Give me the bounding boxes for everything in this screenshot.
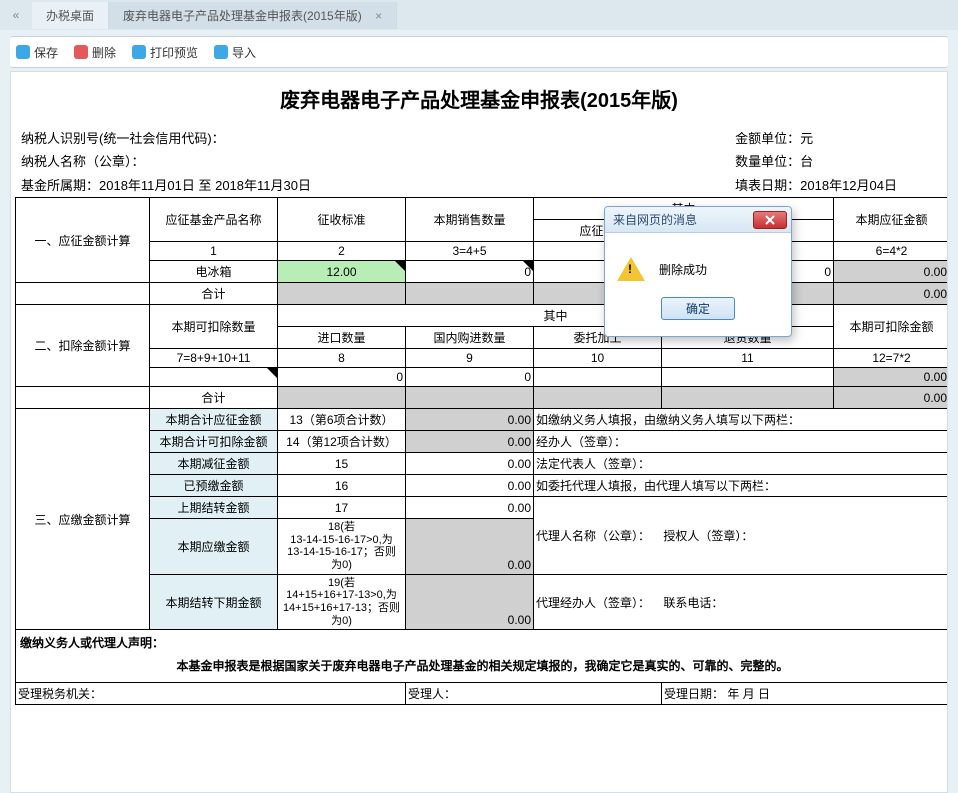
toolbar: 保存 删除 打印预览 导入 <box>10 36 948 68</box>
nsrmc-label: 纳税人名称（公章）： <box>21 150 311 173</box>
s3-7: 本期结转下期金额 <box>150 574 278 630</box>
h-c2: 2 <box>278 242 406 261</box>
h-c1: 1 <box>150 242 278 261</box>
h-domestic: 国内购进数量 <box>406 327 534 349</box>
h-c8: 8 <box>278 349 406 368</box>
s3-2: 本期合计可扣除金额 <box>150 431 278 453</box>
right-l2: 经办人（签章）： <box>534 431 949 453</box>
s3-4: 已预缴金额 <box>150 475 278 497</box>
dialog-close-button[interactable] <box>753 211 787 229</box>
s3-1n: 13（第6项合计数） <box>278 409 406 431</box>
dialog-message: 删除成功 <box>659 261 707 278</box>
s3-5: 上期结转金额 <box>150 497 278 519</box>
qty-unit: 数量单位：台 <box>735 150 897 173</box>
cell-sales[interactable]: 0 <box>406 261 534 283</box>
s3-3: 本期减征金额 <box>150 453 278 475</box>
h-levy-std: 征收标准 <box>278 198 406 242</box>
s3-2n: 14（第12项合计数） <box>278 431 406 453</box>
s3-1: 本期合计应征金额 <box>150 409 278 431</box>
nsrsbh-label: 纳税人识别号(统一社会信用代码)： <box>21 127 311 150</box>
right-l1: 如缴纳义务人填报，由缴纳义务人填写以下两栏： <box>534 409 949 431</box>
import-icon <box>214 45 228 59</box>
message-dialog: 来自网页的消息 删除成功 确定 <box>604 206 792 337</box>
tab-close-icon[interactable]: × <box>375 9 382 23</box>
declare-text: 本基金申报表是根据国家关于废弃电器电子产品处理基金的相关规定填报的，我确定它是真… <box>18 651 947 680</box>
right-l5b: 授权人（签章）： <box>663 529 753 543</box>
s3-6: 本期应缴金额 <box>150 519 278 575</box>
h-c7: 7=8+9+10+11 <box>150 349 278 368</box>
total-label-2: 合计 <box>150 387 278 409</box>
declare-head: 缴纳义务人或代理人声明： <box>18 632 947 651</box>
fill-date: 填表日期：2018年12月04日 <box>735 174 897 197</box>
save-icon <box>16 45 30 59</box>
right-l5a: 代理人名称（公章）： <box>536 529 650 543</box>
tab-home[interactable]: 办税桌面 <box>32 2 109 29</box>
tab-bar: « 办税桌面 废弃电器电子产品处理基金申报表(2015年版) × <box>0 0 958 30</box>
delete-button[interactable]: 删除 <box>74 44 116 61</box>
h-c10: 10 <box>534 349 662 368</box>
s3-3n: 15 <box>278 453 406 475</box>
h-product: 应征基金产品名称 <box>150 198 278 242</box>
cell-product[interactable]: 电冰箱 <box>150 261 278 283</box>
right-l4: 如委托代理人填报，由代理人填写以下两栏： <box>534 475 949 497</box>
h-c9: 9 <box>406 349 534 368</box>
h-c12: 12=7*2 <box>834 349 949 368</box>
close-icon <box>764 215 776 225</box>
back-button[interactable]: « <box>0 8 32 22</box>
tab-form-label: 废弃电器电子产品处理基金申报表(2015年版) <box>123 9 362 23</box>
meta-block: 纳税人识别号(统一社会信用代码)： 纳税人名称（公章）： 基金所属期：2018年… <box>15 127 943 197</box>
total-label-1: 合计 <box>150 283 278 305</box>
h-levy-amt: 本期应征金额 <box>834 198 949 242</box>
dialog-title: 来自网页的消息 <box>613 211 697 228</box>
print-icon <box>132 45 146 59</box>
cell-amt: 0.00 <box>834 261 949 283</box>
s3-6n: 18(若 13-14-15-16-17>0,为 13-14-15-16-17；否… <box>278 519 406 575</box>
footer-date: 受理日期： 年 月 日 <box>662 683 949 705</box>
footer-person: 受理人： <box>406 683 662 705</box>
h-sales-qty: 本期销售数量 <box>406 198 534 242</box>
h-c11: 11 <box>662 349 834 368</box>
cell-std[interactable]: 12.00 <box>278 261 406 283</box>
import-button[interactable]: 导入 <box>214 44 256 61</box>
total-amt-1: 0.00 <box>834 283 949 305</box>
amount-unit: 金额单位：元 <box>735 127 897 150</box>
page: 废弃电器电子产品处理基金申报表(2015年版) 纳税人识别号(统一社会信用代码)… <box>10 71 948 793</box>
s3-5n: 17 <box>278 497 406 519</box>
tab-form[interactable]: 废弃电器电子产品处理基金申报表(2015年版) × <box>109 2 397 29</box>
print-preview-button[interactable]: 打印预览 <box>132 44 198 61</box>
section3-label: 三、应缴金额计算 <box>16 409 150 630</box>
h-deduct-qty: 本期可扣除数量 <box>150 305 278 349</box>
section1-label: 一、应征金额计算 <box>16 198 150 283</box>
dialog-ok-button[interactable]: 确定 <box>661 297 735 320</box>
delete-icon <box>74 45 88 59</box>
h-import: 进口数量 <box>278 327 406 349</box>
h-deduct-amt: 本期可扣除金额 <box>834 305 949 349</box>
h-c6: 6=4*2 <box>834 242 949 261</box>
save-button[interactable]: 保存 <box>16 44 58 61</box>
right-l6b: 联系电话： <box>663 596 723 610</box>
footer-org: 受理税务机关： <box>16 683 406 705</box>
page-title: 废弃电器电子产品处理基金申报表(2015年版) <box>15 78 943 127</box>
section2-label: 二、扣除金额计算 <box>16 305 150 387</box>
s3-4n: 16 <box>278 475 406 497</box>
warning-icon <box>617 257 645 281</box>
h-c3: 3=4+5 <box>406 242 534 261</box>
right-l6a: 代理经办人（签章）： <box>536 596 650 610</box>
period-label: 基金所属期：2018年11月01日 至 2018年11月30日 <box>21 174 311 197</box>
s3-7n: 19(若 14+15+16+17-13>0,为 14+15+16+17-13；否… <box>278 574 406 630</box>
right-l3: 法定代表人（签章）： <box>534 453 949 475</box>
main-table: 一、应征金额计算 应征基金产品名称 征收标准 本期销售数量 其中 本期应征金额 … <box>15 197 948 705</box>
